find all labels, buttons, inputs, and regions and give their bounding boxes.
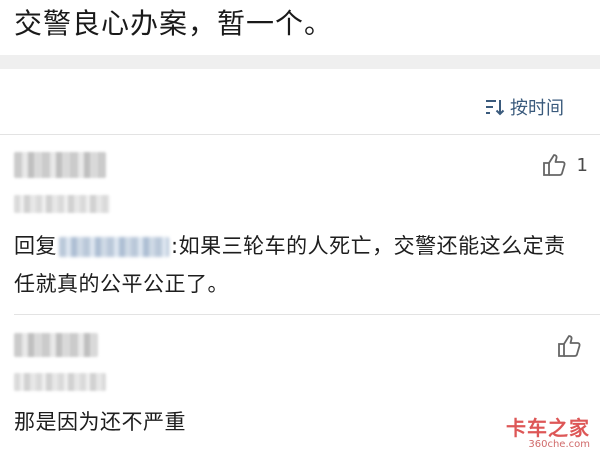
like-button[interactable]	[556, 333, 582, 359]
sort-icon	[486, 100, 505, 116]
commenter-name-redacted	[14, 333, 98, 357]
sort-by-time-button[interactable]: 按时间	[484, 94, 564, 120]
sort-label: 按时间	[510, 98, 564, 119]
thumbs-up-icon	[542, 154, 566, 176]
reply-prefix: 回复	[14, 234, 57, 258]
reply-mention-redacted[interactable]	[59, 237, 169, 257]
like-button[interactable]: 1	[541, 152, 588, 178]
section-divider-band	[0, 55, 600, 69]
post-text: 交警良心办案，暂一个。	[14, 7, 334, 40]
commenter-name-redacted	[14, 152, 106, 178]
like-count: 1	[576, 154, 588, 176]
divider	[14, 314, 600, 315]
comment-body: 回复:如果三轮车的人死亡，交警还能这么定责任就真的公平公正了。	[14, 227, 574, 303]
comment-timestamp-redacted	[14, 195, 110, 213]
watermark-sub: 360che.com	[528, 439, 590, 450]
comment-timestamp-redacted	[14, 373, 106, 391]
divider	[0, 134, 600, 135]
watermark-main: 卡车之家	[506, 416, 590, 440]
comment-body: 那是因为还不严重	[14, 410, 186, 434]
site-watermark-logo: 卡车之家 360che.com	[506, 417, 590, 451]
thumbs-up-icon	[558, 335, 581, 357]
